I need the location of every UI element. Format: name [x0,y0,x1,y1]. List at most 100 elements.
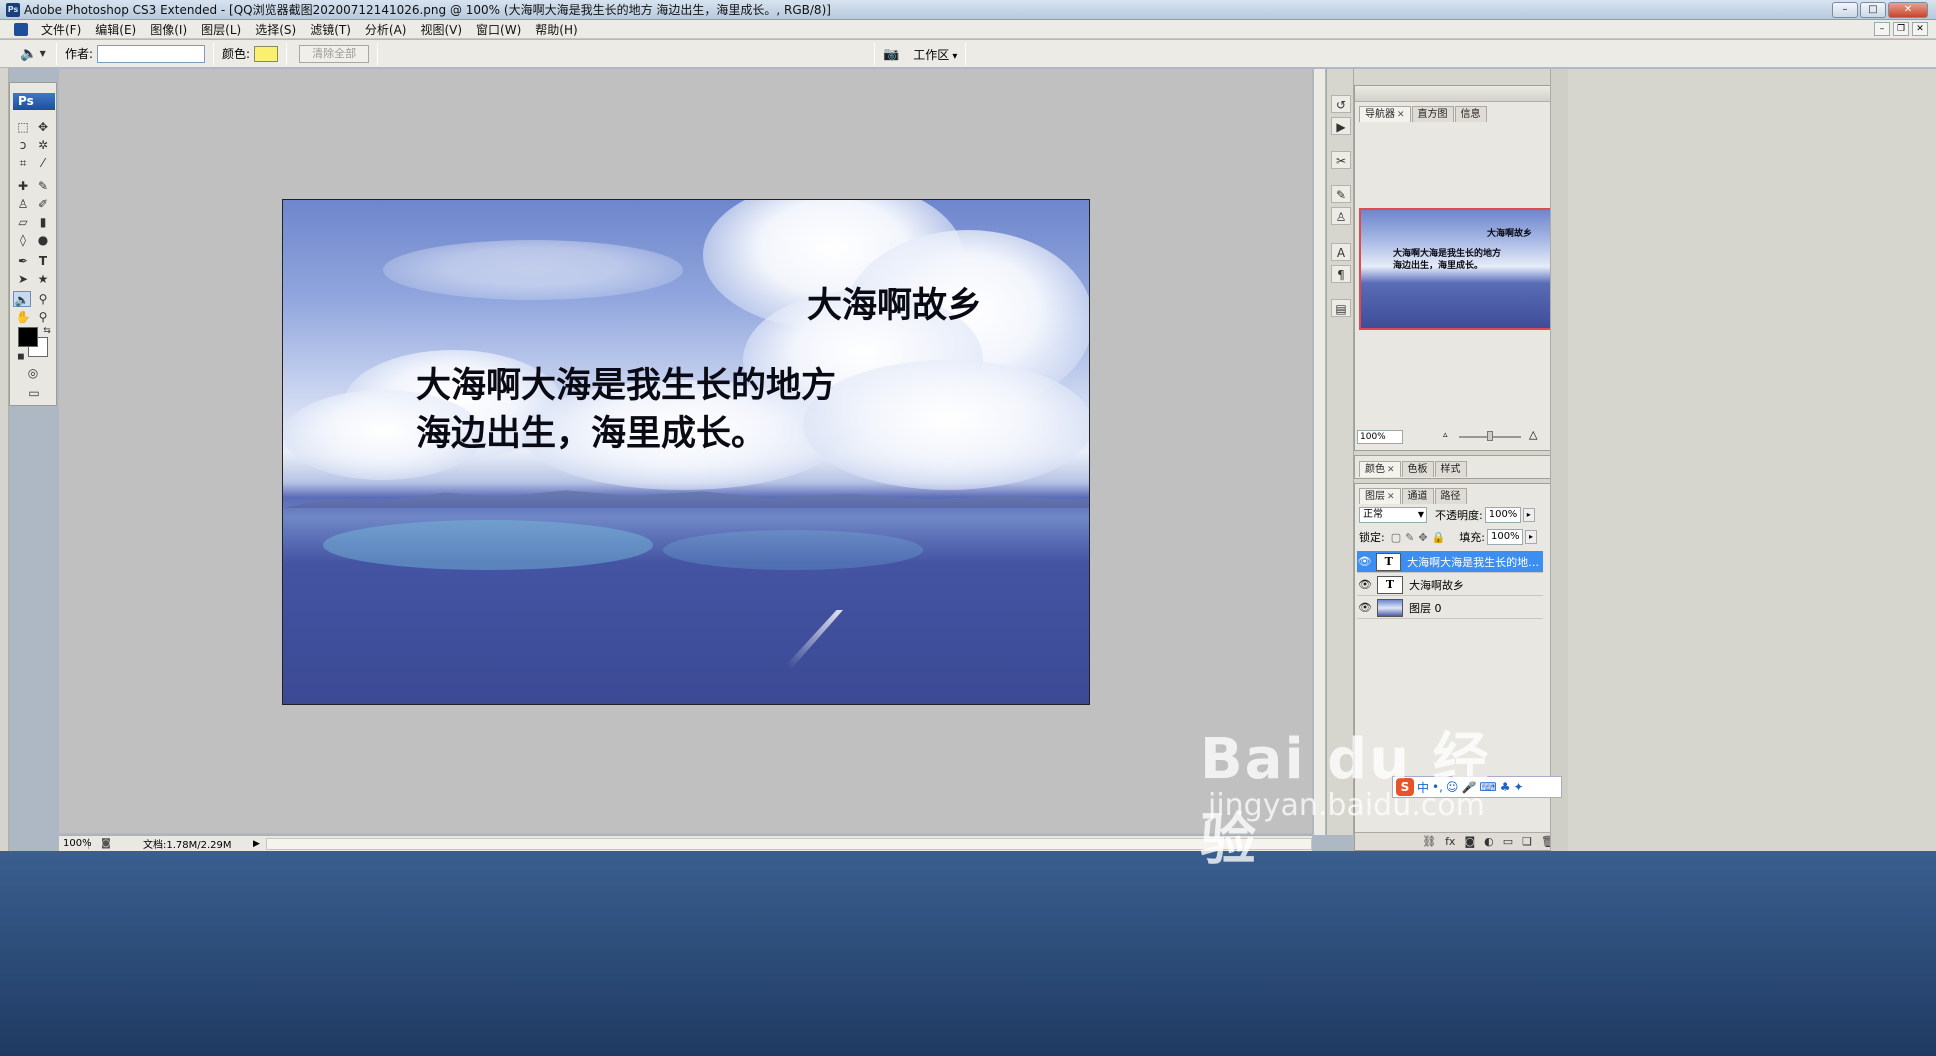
character-icon[interactable]: A [1331,243,1351,261]
lasso-icon[interactable]: ↄ [14,137,32,153]
close-button[interactable]: ✕ [1888,2,1928,18]
link-icon[interactable]: ⛓ [1422,835,1436,848]
fill-input[interactable]: 100% [1486,529,1523,545]
zoom-out-icon[interactable]: ▵ [1443,430,1448,440]
keyboard-icon[interactable]: ⌨ [1479,780,1496,794]
dodge-icon[interactable]: ● [34,232,52,248]
tab-styles[interactable]: 样式 [1434,461,1467,477]
sogou-logo[interactable]: S [1396,778,1414,796]
ime-mode[interactable]: 中 [1417,779,1429,796]
navigator-preview[interactable]: 大海啊故乡 大海啊大海是我生长的地方 海边出生，海里成长。 [1359,208,1553,330]
tab-info[interactable]: 信息 [1454,106,1487,122]
microphone-icon[interactable]: 🎤 [1461,780,1476,794]
doc-close-button[interactable]: ✕ [1912,22,1928,36]
layer-row[interactable]: 👁 T 大海啊大海是我生长的地方... [1357,551,1543,573]
horizontal-scrollbar[interactable] [265,837,1312,850]
magic-wand-icon[interactable]: ✲ [34,137,52,153]
history-brush-icon[interactable]: ✐ [34,196,52,212]
paragraph-icon[interactable]: ¶ [1331,265,1351,283]
tab-swatches[interactable]: 色板 [1401,461,1434,477]
document-menu-icon[interactable] [14,22,28,36]
layer-comps-icon[interactable]: ▤ [1331,299,1351,317]
new-layer-icon[interactable]: ❏ [1522,835,1532,848]
document-canvas-area[interactable]: 大海啊故乡 大海啊大海是我生长的地方 海边出生，海里成长。 [59,69,1312,833]
clear-all-button[interactable]: 清除全部 [299,44,370,63]
quick-mask-icon[interactable]: ◎ [24,365,42,381]
skin-icon[interactable]: ♣ [1500,780,1511,794]
annotation-color-swatch[interactable] [254,45,279,62]
document-image[interactable]: 大海啊故乡 大海啊大海是我生长的地方 海边出生，海里成长。 [282,199,1090,705]
doc-minimize-button[interactable]: – [1874,22,1890,36]
blend-mode-select[interactable]: 正常 ▼ [1359,507,1427,523]
group-icon[interactable]: ▭ [1503,835,1513,848]
author-input[interactable] [97,44,206,63]
brushes-icon[interactable]: ✎ [1331,185,1351,203]
tab-histogram[interactable]: 直方图 [1411,106,1454,122]
tab-color[interactable]: 颜色 ✕ [1359,461,1401,477]
punctuation-icon[interactable]: •, [1432,780,1443,794]
path-selection-icon[interactable]: ➤ [14,271,32,287]
notes-icon[interactable]: 🔈 [13,291,31,307]
shape-icon[interactable]: ★ [34,271,52,287]
crop-icon[interactable]: ⌗ [14,155,32,171]
menu-help[interactable]: 帮助(H) [528,21,584,38]
mask-icon[interactable]: ◙ [1464,835,1475,848]
emoji-icon[interactable]: ☺ [1446,780,1459,794]
menu-select[interactable]: 选择(S) [248,21,303,38]
tab-channels[interactable]: 通道 [1401,488,1434,504]
actions-icon[interactable]: ▶ [1331,117,1351,135]
vertical-scrollbar[interactable] [1313,69,1325,835]
navigator-zoom-field[interactable]: 100% [1357,430,1403,444]
default-colors-icon[interactable]: ◼ [12,349,30,365]
lock-icons[interactable]: ▢✎✥🔒 [1391,531,1450,544]
menu-filter[interactable]: 滤镜(T) [303,21,358,38]
history-icon[interactable]: ↺ [1331,95,1351,113]
screen-mode-icon[interactable]: ▭ [22,385,46,401]
hand-icon[interactable]: ✋ [14,309,32,325]
slice-icon[interactable]: ⁄ [34,155,52,171]
zoom-slider-handle[interactable] [1487,431,1493,441]
layer-row[interactable]: 👁 图层 0 [1357,597,1543,619]
tool-presets-icon[interactable]: ✂ [1331,151,1351,169]
status-preview-icon[interactable]: ◙ [99,838,113,849]
tab-layers[interactable]: 图层 ✕ [1359,488,1401,504]
type-icon[interactable]: T [34,253,52,269]
tools-icon[interactable]: ✦ [1513,780,1523,794]
eye-icon[interactable]: 👁 [1357,578,1373,591]
zoom-in-icon[interactable]: △ [1529,428,1537,441]
menu-view[interactable]: 视图(V) [413,21,469,38]
minimize-button[interactable]: – [1832,2,1858,18]
menu-layer[interactable]: 图层(L) [194,21,248,38]
brush-icon[interactable]: ✎ [34,178,52,194]
foreground-color-swatch[interactable] [18,327,38,347]
menu-edit[interactable]: 编辑(E) [88,21,143,38]
healing-brush-icon[interactable]: ✚ [14,178,32,194]
workspace-menu-button[interactable]: 工作区 [913,46,957,63]
fx-icon[interactable]: fx [1445,835,1455,848]
fill-slider-arrow-icon[interactable]: ▸ [1524,530,1537,544]
tab-navigator[interactable]: 导航器 ✕ [1359,106,1411,122]
opacity-slider-arrow-icon[interactable]: ▸ [1522,508,1535,522]
maximize-button[interactable]: □ [1860,2,1886,18]
status-zoom[interactable]: 100% [59,838,92,849]
blur-icon[interactable]: ◊ [14,232,32,248]
menu-analysis[interactable]: 分析(A) [358,21,414,38]
doc-restore-button[interactable]: ❐ [1893,22,1909,36]
gradient-icon[interactable]: ▮ [34,214,52,230]
layer-text-body[interactable]: 大海啊大海是我生长的地方 海边出生，海里成长。 [416,362,836,458]
pen-icon[interactable]: ✒ [14,253,32,269]
menu-image[interactable]: 图像(I) [143,21,194,38]
menu-window[interactable]: 窗口(W) [469,21,528,38]
menu-file[interactable]: 文件(F) [34,21,88,38]
tab-paths[interactable]: 路径 [1434,488,1467,504]
bridge-icon[interactable]: 📷 [883,47,899,62]
marquee-icon[interactable]: ⬚ [14,119,32,135]
layer-text-title[interactable]: 大海啊故乡 [807,282,982,330]
status-menu-arrow-icon[interactable]: ▶ [253,839,260,849]
clone-source-icon[interactable]: ♙ [1331,207,1351,225]
clone-stamp-icon[interactable]: ♙ [14,196,32,212]
opacity-input[interactable]: 100% [1484,507,1521,523]
adjustment-icon[interactable]: ◐ [1484,835,1494,848]
layer-row[interactable]: 👁 T 大海啊故乡 [1357,574,1543,596]
move-icon[interactable]: ✥ [34,119,52,135]
